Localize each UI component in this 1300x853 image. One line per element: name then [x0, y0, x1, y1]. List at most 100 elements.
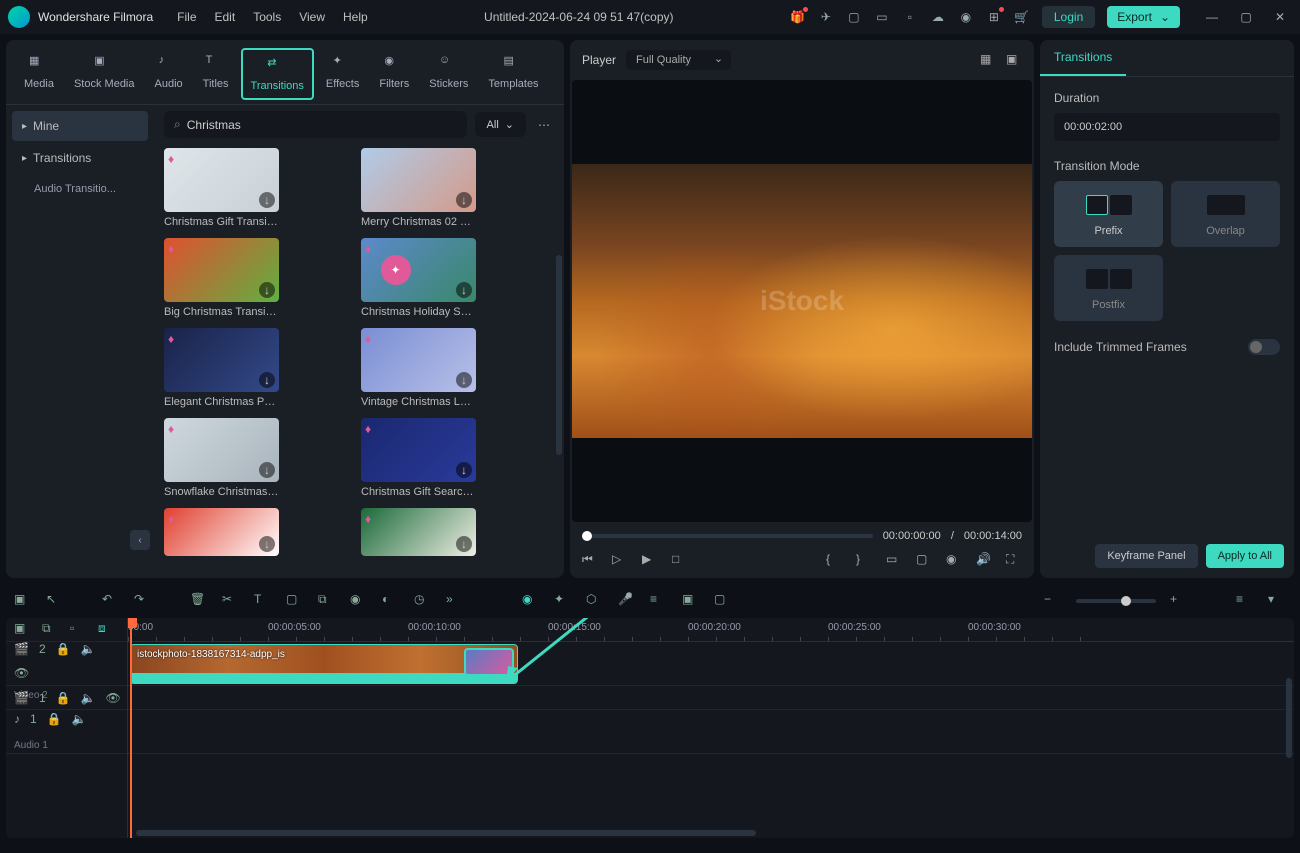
stop-icon[interactable]: □: [672, 552, 688, 568]
close-icon[interactable]: ✕: [1268, 5, 1292, 29]
redo-icon[interactable]: ↷: [134, 592, 152, 610]
clip-icon[interactable]: ⧈: [98, 621, 116, 639]
text-icon[interactable]: T: [254, 592, 272, 610]
mute-icon[interactable]: 🔈: [81, 691, 96, 705]
shield-icon[interactable]: ⬡: [586, 592, 604, 610]
login-button[interactable]: Login: [1042, 6, 1095, 28]
zoom-out-icon[interactable]: −: [1044, 592, 1062, 610]
lock-icon[interactable]: 🔒: [56, 691, 71, 705]
download-icon[interactable]: ↓: [259, 192, 275, 208]
dropdown-icon[interactable]: ▾: [1268, 592, 1286, 610]
aspect-icon[interactable]: ▭: [886, 552, 902, 568]
lock-icon[interactable]: 🔒: [56, 642, 71, 656]
cart-icon[interactable]: 🛒: [1014, 9, 1030, 25]
add-track-icon[interactable]: ▣: [14, 621, 32, 639]
eye-icon[interactable]: 👁: [106, 691, 121, 705]
menu-help[interactable]: Help: [343, 10, 368, 24]
keyframe-panel-button[interactable]: Keyframe Panel: [1095, 544, 1197, 568]
trim-toggle[interactable]: [1248, 339, 1280, 355]
minimize-icon[interactable]: —: [1200, 5, 1224, 29]
mark-out-icon[interactable]: }: [856, 552, 872, 568]
download-icon[interactable]: ↓: [456, 462, 472, 478]
duration-input[interactable]: [1054, 113, 1280, 141]
crop-icon[interactable]: ▢: [286, 592, 304, 610]
apps-icon[interactable]: ⊞: [986, 9, 1002, 25]
snapshot-icon[interactable]: ▣: [1006, 52, 1022, 68]
transition-card[interactable]: ♦↓: [164, 508, 279, 560]
sidebar-audio-transitions[interactable]: Audio Transitio...: [12, 175, 148, 203]
settings-icon[interactable]: ≡: [1236, 592, 1254, 610]
split-icon[interactable]: ✂: [222, 592, 240, 610]
menu-tools[interactable]: Tools: [253, 10, 281, 24]
transition-card[interactable]: ♦↓Elegant Christmas Pac...: [164, 328, 279, 408]
transition-card[interactable]: ↓Merry Christmas 02 Tr...: [361, 148, 476, 228]
mute-icon[interactable]: 🔈: [72, 712, 87, 726]
download-icon[interactable]: ↓: [259, 462, 275, 478]
track-head-video1[interactable]: 🎬1 🔒 🔈 👁: [6, 686, 127, 710]
pointer-icon[interactable]: ↖: [46, 592, 64, 610]
menu-view[interactable]: View: [299, 10, 325, 24]
tab-stock-media[interactable]: ▣Stock Media: [66, 48, 143, 100]
track-video2[interactable]: istockphoto-1838167314-adpp_is: [128, 642, 1294, 686]
filter-dropdown[interactable]: All⌄: [475, 112, 526, 137]
prev-frame-icon[interactable]: ⏮: [582, 552, 598, 568]
play-icon[interactable]: ▶: [642, 552, 658, 568]
mode-prefix[interactable]: Prefix: [1054, 181, 1163, 247]
transition-card[interactable]: ♦↓: [361, 508, 476, 560]
transition-card[interactable]: ♦↓Vintage Christmas Lett...: [361, 328, 476, 408]
tab-media[interactable]: ▦Media: [16, 48, 62, 100]
more-tools-icon[interactable]: »: [446, 592, 464, 610]
timeline-tracks[interactable]: 00:0000:00:05:0000:00:10:0000:00:15:0000…: [128, 618, 1294, 838]
tab-effects[interactable]: ✦Effects: [318, 48, 367, 100]
progress-slider[interactable]: [582, 534, 873, 538]
scrollbar-vertical[interactable]: [556, 255, 562, 455]
tab-templates[interactable]: ▤Templates: [480, 48, 546, 100]
play-range-icon[interactable]: ▷: [612, 552, 628, 568]
display-icon[interactable]: ▢: [916, 552, 932, 568]
enhance-icon[interactable]: ✦: [554, 592, 572, 610]
timeline-ruler[interactable]: 00:0000:00:05:0000:00:10:0000:00:15:0000…: [128, 618, 1294, 642]
mark-in-icon[interactable]: {: [826, 552, 842, 568]
timer-icon[interactable]: ◷: [414, 592, 432, 610]
download-icon[interactable]: ↓: [456, 192, 472, 208]
maximize-icon[interactable]: ▢: [1234, 5, 1258, 29]
collapse-sidebar-button[interactable]: ‹: [130, 530, 150, 550]
eye-icon[interactable]: 👁: [14, 666, 29, 680]
desktop-icon[interactable]: ▭: [874, 9, 890, 25]
scrollbar-horizontal[interactable]: [136, 830, 756, 836]
tablet-icon[interactable]: ▢: [846, 9, 862, 25]
sync-icon[interactable]: ⧉: [42, 621, 60, 639]
ai-icon[interactable]: ◉: [522, 592, 540, 610]
mode-postfix[interactable]: Postfix: [1054, 255, 1163, 321]
tab-filters[interactable]: ◉Filters: [371, 48, 417, 100]
color-icon[interactable]: ◐: [382, 592, 400, 610]
tab-audio[interactable]: ♪Audio: [147, 48, 191, 100]
marker-icon[interactable]: ▣: [14, 592, 32, 610]
sidebar-mine[interactable]: ▸Mine: [12, 111, 148, 141]
transition-card[interactable]: ♦↓Christmas Gift Transiti...: [164, 148, 279, 228]
download-icon[interactable]: ↓: [456, 536, 472, 552]
export-button[interactable]: Export⌄: [1107, 6, 1180, 28]
more-options-icon[interactable]: ⋯: [534, 118, 554, 132]
transition-card[interactable]: ♦↓Snowflake Christmas T...: [164, 418, 279, 498]
mute-icon[interactable]: 🔈: [81, 642, 96, 656]
scrollbar-vertical[interactable]: [1286, 678, 1292, 758]
transition-card[interactable]: ♦✦↓Christmas Holiday Sal...: [361, 238, 476, 318]
gift-icon[interactable]: 🎁: [790, 9, 806, 25]
zoom-slider[interactable]: [1076, 599, 1156, 603]
menu-file[interactable]: File: [177, 10, 196, 24]
tab-transitions[interactable]: ⇄Transitions: [241, 48, 314, 100]
mode-overlap[interactable]: Overlap: [1171, 181, 1280, 247]
pip-icon[interactable]: ▢: [714, 592, 732, 610]
track-head-audio1[interactable]: ♪1 🔒 🔈 Audio 1: [6, 710, 127, 754]
notes-icon[interactable]: ≡: [650, 592, 668, 610]
fullscreen-icon[interactable]: ⛶: [1006, 552, 1022, 568]
properties-tab-transitions[interactable]: Transitions: [1040, 40, 1126, 76]
delete-icon[interactable]: 🗑: [190, 592, 208, 610]
cloud-icon[interactable]: ☁: [930, 9, 946, 25]
undo-icon[interactable]: ↶: [102, 592, 120, 610]
transition-card[interactable]: ♦↓Big Christmas Transiti...: [164, 238, 279, 318]
download-icon[interactable]: ↓: [259, 536, 275, 552]
compare-icon[interactable]: ▦: [980, 52, 996, 68]
menu-edit[interactable]: Edit: [215, 10, 236, 24]
